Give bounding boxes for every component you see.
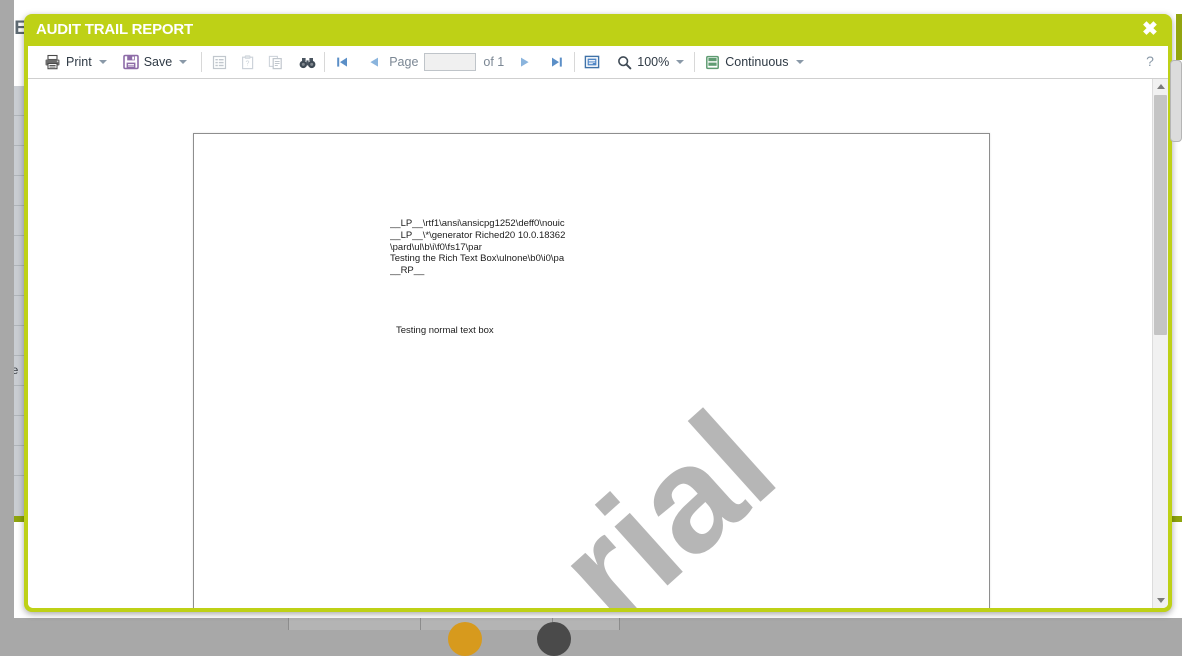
scroll-down-arrow-icon[interactable] [1153,593,1168,608]
close-icon[interactable]: ✖ [1138,18,1162,42]
rtf-line: __LP__\rtf1\ansi\ansicpg1252\deff0\nouic [390,218,565,229]
background-lower-strip [0,618,1182,656]
toolbar-divider [201,52,203,72]
trial-watermark: rial [525,379,806,608]
background-card [288,618,422,630]
binoculars-icon[interactable] [296,51,318,73]
print-button[interactable]: Print [40,50,111,74]
svg-text:?: ? [245,60,249,67]
chevron-down-icon[interactable] [179,60,188,64]
audit-trail-report-dialog: AUDIT TRAIL REPORT ✖ Print Save ? Page o… [24,14,1172,612]
last-page-icon[interactable] [546,51,568,73]
background-right-control [1170,60,1182,142]
avatar [537,622,571,656]
toolbar-divider [694,52,696,72]
background-left-strip [0,0,14,632]
rtf-line: __RP__ [390,265,425,277]
printer-icon [44,54,61,70]
previous-page-icon[interactable] [363,51,385,73]
dialog-body: Print Save ? Page of 1 100% Continuous ?… [28,46,1168,608]
report-page: __LP__\rtf1\ansi\ansicpg1252\deff0\nouic… [193,133,990,608]
chevron-down-icon[interactable] [676,60,685,64]
page-input[interactable] [424,53,477,71]
layout-icon [705,55,720,70]
normal-text-block: Testing normal text box [396,325,494,336]
page-count-label: of 1 [483,55,505,69]
rtf-line: Testing the Rich Text Box\ulnone\b0\i0\p… [390,253,565,265]
scroll-up-arrow-icon[interactable] [1153,79,1168,94]
first-page-icon[interactable] [331,51,353,73]
dialog-title: AUDIT TRAIL REPORT [36,21,193,38]
document-viewport[interactable]: __LP__\rtf1\ansi\ansicpg1252\deff0\nouic… [28,79,1153,608]
help-icon[interactable]: ? [1140,51,1160,71]
rtf-line: \pard\ul\b\i\f0\fs17\par [390,241,482,253]
page-view-icon[interactable] [581,51,603,73]
save-button[interactable]: Save [119,50,192,74]
toolbar-divider [574,52,576,72]
rtf-source-text-block: __LP__\rtf1\ansi\ansicpg1252\deff0\nouic… [390,218,620,277]
copy-pages-icon[interactable] [264,51,286,73]
avatar [448,622,482,656]
floppy-disk-icon [122,54,139,70]
clipboard-icon[interactable]: ? [236,51,258,73]
toolbar-divider [324,52,326,72]
save-label: Save [143,55,173,69]
rtf-line: __LP__\*\generator Riched20 10.0.18362 [390,229,566,241]
background-right-accent [1176,14,1182,60]
scroll-thumb[interactable] [1154,95,1167,335]
magnifier-icon [617,55,632,70]
print-label: Print [66,55,92,69]
chevron-down-icon[interactable] [795,60,804,64]
report-viewer-toolbar: Print Save ? Page of 1 100% Continuous ? [28,46,1168,79]
chevron-down-icon[interactable] [98,60,107,64]
background-card [420,618,554,630]
page-layout-label: Continuous [725,55,789,69]
vertical-scrollbar[interactable] [1152,79,1168,608]
document-outline-icon[interactable] [208,51,230,73]
page-layout-control[interactable]: Continuous [701,50,807,74]
zoom-control[interactable]: 100% [613,50,688,74]
zoom-level-label: 100% [637,55,670,69]
next-page-icon[interactable] [514,51,536,73]
page-label: Page [389,55,419,69]
